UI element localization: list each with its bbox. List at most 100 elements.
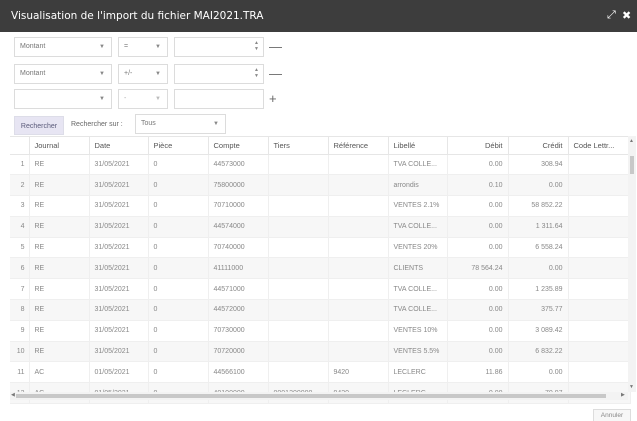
cell-date: 31/05/2021 [89, 154, 149, 176]
horizontal-scrollbar[interactable]: ◀ ▶ [10, 392, 628, 400]
cell-row-number: 1 [10, 154, 30, 176]
cell-journal: AC [29, 361, 90, 384]
cell-row-number: 3 [10, 195, 30, 217]
table-row[interactable]: 8 RE 31/05/2021 0 44572000 TVA COLLE... 0.00 37… [10, 299, 631, 321]
cell-libelle: TVA COLLE... [388, 278, 448, 301]
cell-row-number: 7 [10, 278, 30, 301]
filter-operator-value: - [124, 95, 127, 102]
column-header-piece[interactable]: Pièce [148, 137, 209, 155]
cell-compte: 41111000 [208, 257, 269, 280]
scroll-left-icon[interactable]: ◀ [11, 392, 15, 398]
remove-filter-button[interactable]: — [269, 39, 282, 54]
table-row[interactable]: 4 RE 31/05/2021 0 44574000 TVA COLLE... 0.00 1 … [10, 216, 631, 238]
cell-journal: RE [29, 299, 90, 321]
cell-credit: 0.00 [508, 174, 569, 197]
cell-piece: 0 [148, 257, 209, 280]
table-row[interactable]: 2 RE 31/05/2021 0 75800000 arrondis 0.10 0.00 [10, 174, 631, 197]
cell-journal: RE [29, 257, 90, 280]
search-button[interactable]: Rechercher [14, 116, 64, 135]
column-header-tiers[interactable]: Tiers [268, 137, 329, 155]
cell-code-lettrage [568, 174, 631, 197]
expand-arrows-icon[interactable]: ⤢ [607, 9, 616, 22]
cell-reference [328, 237, 389, 259]
table-row[interactable]: 11 AC 01/05/2021 0 44566100 9420 LECLERC 11.86 0… [10, 361, 631, 384]
column-header-rownum[interactable] [10, 137, 30, 155]
table-row[interactable]: 3 RE 31/05/2021 0 70710000 VENTES 2.1% 0.00 58 … [10, 195, 631, 217]
filter-operator-select[interactable]: = ▼ [118, 37, 168, 57]
table-row[interactable]: 10 RE 31/05/2021 0 70720000 VENTES 5.5% 0.00 6 … [10, 341, 631, 363]
cell-libelle: TVA COLLE... [388, 299, 448, 321]
cell-reference [328, 154, 389, 176]
cell-row-number: 5 [10, 237, 30, 259]
close-icon[interactable]: ✖ [622, 9, 631, 22]
scroll-up-icon[interactable]: ▲ [629, 138, 634, 144]
cell-row-number: 2 [10, 174, 30, 197]
cell-row-number: 9 [10, 320, 30, 342]
cell-compte: 44574000 [208, 216, 269, 238]
cell-journal: RE [29, 278, 90, 301]
column-header-date[interactable]: Date [89, 137, 149, 155]
cell-debit: 78 564.24 [447, 257, 509, 280]
cell-code-lettrage [568, 320, 631, 342]
cell-tiers [268, 216, 329, 238]
cell-reference [328, 299, 389, 321]
spinner-arrows-icon[interactable]: ▲ ▼ [254, 67, 259, 79]
filter-operator-select[interactable]: +/- ▼ [118, 64, 168, 84]
cell-piece: 0 [148, 320, 209, 342]
cell-date: 31/05/2021 [89, 341, 149, 363]
cell-tiers [268, 257, 329, 280]
cell-journal: RE [29, 341, 90, 363]
cell-debit: 0.00 [447, 195, 509, 217]
chevron-down-icon: ▼ [155, 44, 161, 50]
cell-credit: 58 852.22 [508, 195, 569, 217]
column-header-credit[interactable]: Crédit [508, 137, 569, 155]
cell-libelle: VENTES 2.1% [388, 195, 448, 217]
table-body: 1 RE 31/05/2021 0 44573000 TVA COLLE... 0.00 30… [10, 154, 631, 405]
data-table: Journal Date Pièce Compte Tiers Référenc… [10, 137, 631, 405]
chevron-down-icon: ▼ [155, 71, 161, 77]
filter-value-input[interactable]: ▲ ▼ [174, 37, 264, 57]
table-row[interactable]: 9 RE 31/05/2021 0 70730000 VENTES 10% 0.00 3 08… [10, 320, 631, 342]
cell-code-lettrage [568, 257, 631, 280]
search-scope-select[interactable]: Tous ▼ [135, 114, 226, 134]
table-row[interactable]: 5 RE 31/05/2021 0 70740000 VENTES 20% 0.00 6 55… [10, 237, 631, 259]
filter-field-select[interactable]: Montant ▼ [14, 37, 112, 57]
cell-date: 31/05/2021 [89, 278, 149, 301]
cell-debit: 0.00 [447, 237, 509, 259]
filter-operator-select[interactable]: - ▼ [118, 89, 168, 109]
column-header-libelle[interactable]: Libellé [388, 137, 448, 155]
cell-piece: 0 [148, 195, 209, 217]
cell-piece: 0 [148, 341, 209, 363]
cell-journal: RE [29, 216, 90, 238]
scroll-right-icon[interactable]: ▶ [621, 392, 625, 398]
table-row[interactable]: 7 RE 31/05/2021 0 44571000 TVA COLLE... 0.00 1 … [10, 278, 631, 301]
cell-compte: 44573000 [208, 154, 269, 176]
cell-debit: 11.86 [447, 361, 509, 384]
cell-debit: 0.00 [447, 278, 509, 301]
add-filter-button[interactable]: + [269, 91, 277, 106]
remove-filter-button[interactable]: — [269, 66, 282, 81]
cell-tiers [268, 320, 329, 342]
vertical-scrollbar[interactable]: ▲ ▼ [628, 136, 636, 392]
scroll-down-icon[interactable]: ▼ [629, 384, 634, 390]
vertical-scroll-thumb[interactable] [630, 156, 634, 174]
column-header-compte[interactable]: Compte [208, 137, 269, 155]
column-header-debit[interactable]: Débit [447, 137, 509, 155]
spinner-arrows-icon[interactable]: ▲ ▼ [254, 40, 259, 52]
table-row[interactable]: 6 RE 31/05/2021 0 41111000 CLIENTS 78 564.24 0.… [10, 257, 631, 280]
cell-code-lettrage [568, 216, 631, 238]
cell-libelle: arrondis [388, 174, 448, 197]
horizontal-scroll-thumb[interactable] [16, 394, 606, 398]
filter-field-select[interactable]: ▼ [14, 89, 112, 109]
table-row[interactable]: 1 RE 31/05/2021 0 44573000 TVA COLLE... 0.00 30… [10, 154, 631, 176]
cancel-button[interactable]: Annuler [593, 409, 631, 421]
filter-field-select[interactable]: Montant ▼ [14, 64, 112, 84]
filter-value-input[interactable] [174, 89, 264, 109]
column-header-reference[interactable]: Référence [328, 137, 389, 155]
filter-value-input[interactable]: ▲ ▼ [174, 64, 264, 84]
column-header-journal[interactable]: Journal [29, 137, 90, 155]
column-header-code-lettrage[interactable]: Code Lettr... [568, 137, 631, 155]
cell-libelle: TVA COLLE... [388, 154, 448, 176]
cell-date: 31/05/2021 [89, 320, 149, 342]
cell-libelle: VENTES 20% [388, 237, 448, 259]
